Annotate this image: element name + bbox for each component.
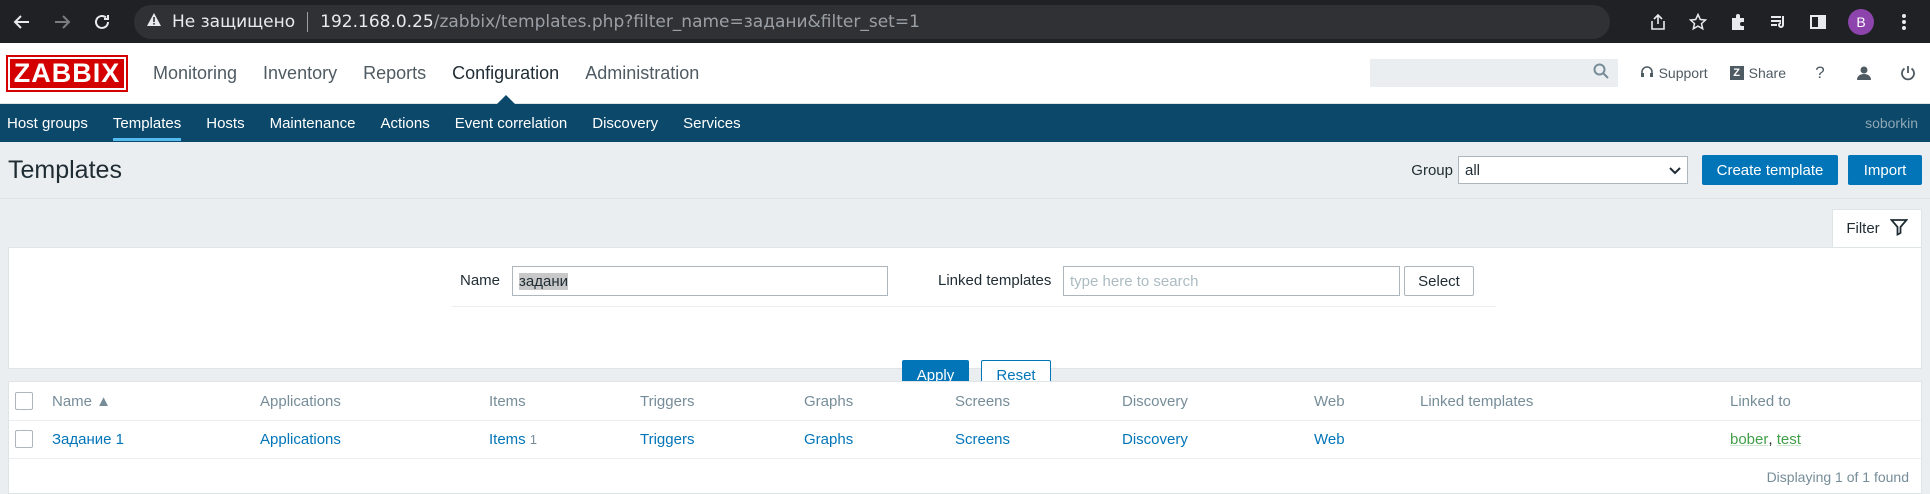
menu-administration[interactable]: Administration — [572, 43, 712, 103]
row-checkbox[interactable] — [15, 420, 33, 458]
global-search-input[interactable] — [1369, 59, 1618, 87]
menu-reports[interactable]: Reports — [350, 43, 439, 103]
current-username: soborkin — [1865, 115, 1918, 131]
template-name-link[interactable]: Задание 1 — [52, 420, 124, 458]
subnav-host-groups[interactable]: Host groups — [0, 104, 100, 142]
import-button[interactable]: Import — [1848, 155, 1922, 185]
search-icon[interactable] — [1593, 63, 1609, 83]
discovery-link[interactable]: Discovery — [1122, 420, 1188, 458]
filter-tab[interactable]: Filter — [1832, 209, 1922, 247]
items-link[interactable]: Items — [489, 431, 526, 448]
filter-name-input[interactable]: задани — [512, 266, 888, 296]
graphs-link[interactable]: Graphs — [804, 420, 853, 458]
linked-host-bober[interactable]: bober — [1730, 431, 1768, 448]
group-label: Group — [1411, 161, 1453, 179]
column-web: Web — [1314, 392, 1345, 410]
select-all-checkbox[interactable] — [15, 382, 33, 420]
main-menu: Monitoring Inventory Reports Configurati… — [140, 43, 712, 104]
subnav-event-correlation[interactable]: Event correlation — [442, 104, 580, 142]
side-panel-icon[interactable] — [1808, 12, 1828, 32]
menu-kebab-icon[interactable] — [1894, 12, 1914, 32]
filter-row: Name задани Linked templates type here t… — [9, 266, 1921, 296]
support-label: Support — [1658, 65, 1708, 81]
zabbix-logo[interactable]: ZABBIX — [6, 54, 128, 92]
url-path: /zabbix/templates.php?filter_name=задани… — [433, 11, 920, 32]
help-icon[interactable]: ? — [1810, 63, 1830, 83]
filter-linked-templates-placeholder: type here to search — [1070, 272, 1199, 290]
subnav-maintenance[interactable]: Maintenance — [257, 104, 368, 142]
filter-name-value: задани — [519, 272, 568, 290]
url-divider — [307, 11, 309, 32]
headset-icon — [1640, 65, 1654, 82]
linked-host-test[interactable]: test — [1777, 431, 1801, 448]
warning-icon — [146, 12, 162, 32]
back-icon[interactable] — [4, 4, 40, 40]
support-link[interactable]: Support — [1640, 65, 1708, 82]
browser-toolbar: Не защищено 192.168.0.25/zabbix/template… — [0, 0, 1930, 43]
column-graphs: Graphs — [804, 392, 854, 410]
share-link[interactable]: Z Share — [1729, 65, 1786, 81]
table-footer-count: Displaying 1 of 1 found — [1766, 469, 1909, 485]
address-bar[interactable]: Не защищено 192.168.0.25/zabbix/template… — [134, 4, 1610, 39]
sub-navigation: Host groups Templates Hosts Maintenance … — [0, 104, 1930, 142]
column-items: Items — [489, 392, 526, 410]
media-control-icon[interactable] — [1768, 12, 1788, 32]
subnav-templates[interactable]: Templates — [100, 104, 193, 142]
select-button[interactable]: Select — [1404, 266, 1474, 296]
filter-tab-label: Filter — [1846, 220, 1880, 237]
page-header: Templates Group all Create template Impo… — [0, 142, 1930, 199]
column-linked-to: Linked to — [1730, 392, 1791, 410]
filter-divider — [452, 306, 1496, 307]
linked-to-cell: bober, test — [1730, 420, 1801, 458]
profile-avatar[interactable]: B — [1848, 8, 1874, 35]
user-profile-icon[interactable] — [1854, 63, 1874, 83]
templates-table: Name ▲ Applications Items Triggers Graph… — [8, 381, 1922, 494]
top-navigation: ZABBIX Monitoring Inventory Reports Conf… — [0, 43, 1930, 104]
items-count: 1 — [529, 431, 537, 447]
forward-icon[interactable] — [44, 4, 80, 40]
web-link[interactable]: Web — [1314, 420, 1345, 458]
extensions-icon[interactable] — [1728, 12, 1748, 32]
column-discovery: Discovery — [1122, 392, 1188, 410]
column-triggers: Triggers — [640, 392, 695, 410]
applications-link[interactable]: Applications — [260, 420, 341, 458]
subnav-hosts[interactable]: Hosts — [193, 104, 256, 142]
column-name-sortable[interactable]: Name ▲ — [52, 382, 111, 420]
group-select[interactable]: all — [1458, 156, 1688, 184]
security-label: Не защищено — [172, 11, 296, 32]
chevron-down-icon — [1669, 162, 1681, 179]
items-cell: Items 1 — [489, 420, 537, 458]
column-linked-templates: Linked templates — [1420, 392, 1534, 410]
share-label: Share — [1748, 65, 1786, 81]
screens-link[interactable]: Screens — [955, 420, 1010, 458]
subnav-discovery[interactable]: Discovery — [579, 104, 670, 142]
share-page-icon[interactable] — [1648, 12, 1668, 32]
share-z-icon: Z — [1729, 66, 1744, 80]
url-host: 192.168.0.25 — [320, 11, 434, 32]
filter-linked-templates-input[interactable]: type here to search — [1063, 266, 1400, 296]
table-header-row: Name ▲ Applications Items Triggers Graph… — [9, 382, 1921, 421]
group-select-value: all — [1465, 161, 1481, 179]
table-row: Задание 1 Applications Items 1 Triggers … — [9, 420, 1921, 459]
menu-inventory[interactable]: Inventory — [250, 43, 350, 103]
linked-separator: , — [1768, 430, 1777, 448]
filter-name-label: Name — [460, 272, 501, 289]
power-signout-icon[interactable] — [1898, 63, 1918, 83]
column-applications: Applications — [260, 392, 341, 410]
page-title: Templates — [8, 155, 122, 184]
column-screens: Screens — [955, 392, 1011, 410]
bookmark-star-icon[interactable] — [1688, 12, 1708, 32]
reload-icon[interactable] — [84, 4, 120, 40]
filter-linked-templates-label: Linked templates — [938, 272, 1052, 289]
subnav-actions[interactable]: Actions — [368, 104, 442, 142]
filter-tab-bar: Filter — [0, 209, 1930, 247]
menu-monitoring[interactable]: Monitoring — [140, 43, 250, 103]
triggers-link[interactable]: Triggers — [640, 420, 694, 458]
filter-funnel-icon — [1889, 218, 1909, 240]
create-template-button[interactable]: Create template — [1702, 155, 1838, 185]
subnav-services[interactable]: Services — [670, 104, 753, 142]
menu-configuration[interactable]: Configuration — [439, 43, 572, 104]
filter-panel: Name задани Linked templates type here t… — [8, 247, 1922, 391]
